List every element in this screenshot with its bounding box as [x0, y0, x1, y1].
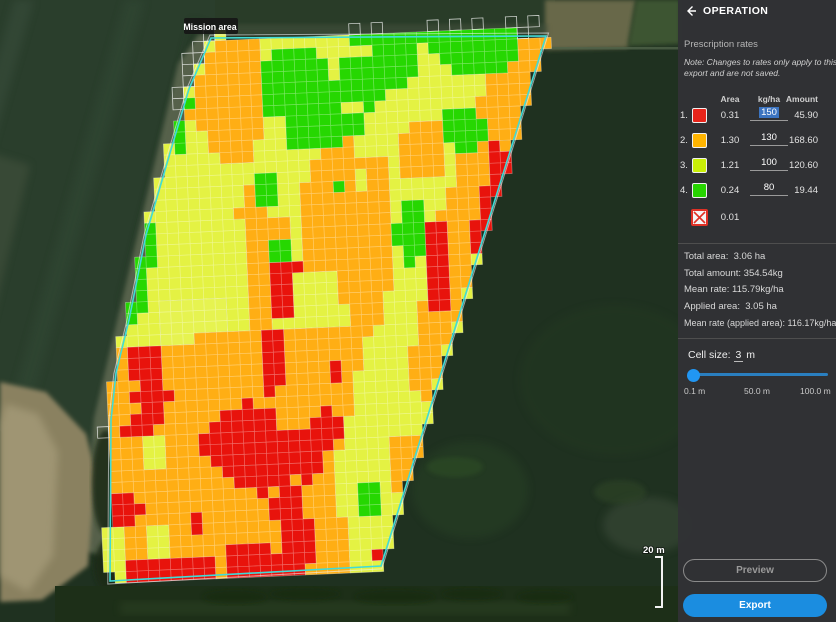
svg-text:20 m: 20 m — [643, 545, 665, 556]
svg-text:Mission area: Mission area — [183, 22, 236, 32]
